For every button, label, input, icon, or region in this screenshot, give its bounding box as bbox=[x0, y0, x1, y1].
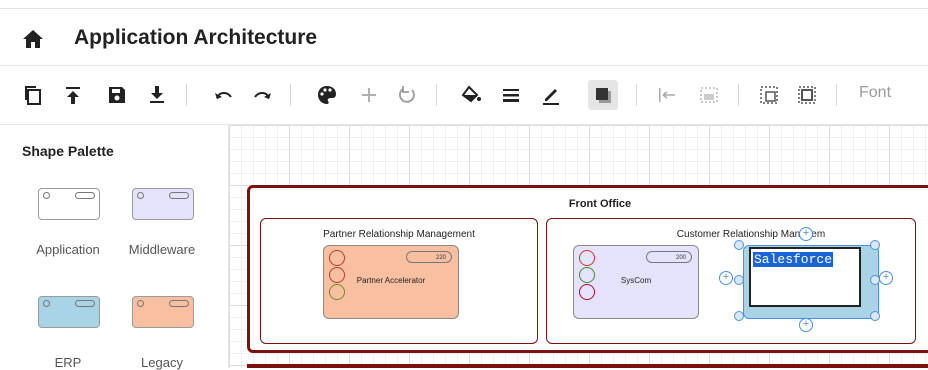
toolbar-separator bbox=[738, 84, 739, 106]
app-partner-accelerator[interactable]: 220 Partner Accelerator bbox=[323, 245, 459, 319]
top-border bbox=[0, 0, 928, 9]
pen-icon[interactable] bbox=[536, 80, 566, 110]
shape-palette: Shape Palette Application Middleware ERP… bbox=[0, 125, 229, 370]
process-icon bbox=[329, 250, 345, 266]
toolbar-separator bbox=[836, 84, 837, 106]
front-office-title: Front Office bbox=[568, 198, 632, 210]
toolbar-separator bbox=[290, 84, 291, 106]
copy-icon[interactable] bbox=[18, 80, 48, 110]
palette-icon[interactable] bbox=[312, 80, 342, 110]
ungroup-icon[interactable] bbox=[792, 80, 822, 110]
app-name: Partner Accelerator bbox=[356, 276, 426, 285]
add-connector-left[interactable]: + bbox=[719, 271, 733, 285]
resize-handle[interactable] bbox=[870, 311, 880, 321]
shadow-icon[interactable] bbox=[588, 80, 618, 110]
inline-text-editor[interactable]: Salesforce bbox=[749, 247, 861, 307]
palette-shape-application[interactable] bbox=[38, 188, 100, 220]
app-id-badge: 220 bbox=[406, 251, 452, 263]
add-icon[interactable] bbox=[354, 80, 384, 110]
editor-selected-text: Salesforce bbox=[753, 252, 834, 267]
toolbar: Font bbox=[0, 66, 928, 125]
line-style-icon[interactable] bbox=[496, 80, 526, 110]
resize-handle[interactable] bbox=[734, 240, 744, 250]
prm-title: Partner Relationship Management bbox=[323, 229, 475, 240]
palette-shape-erp[interactable] bbox=[38, 296, 100, 328]
distribute-icon[interactable] bbox=[694, 80, 724, 110]
app-name: SysCom bbox=[620, 276, 652, 285]
add-connector-right[interactable]: + bbox=[879, 271, 893, 285]
align-left-icon[interactable] bbox=[652, 80, 682, 110]
reset-icon[interactable] bbox=[392, 80, 422, 110]
palette-label-application: Application bbox=[36, 242, 100, 257]
toolbar-separator bbox=[636, 84, 637, 106]
app-id-badge: 200 bbox=[646, 251, 692, 263]
check-icon bbox=[579, 284, 595, 300]
page-title: Application Architecture bbox=[74, 26, 318, 49]
toolbar-separator bbox=[436, 84, 437, 106]
toolbar-separator bbox=[186, 84, 187, 106]
next-group-border bbox=[247, 364, 928, 368]
palette-shape-middleware[interactable] bbox=[132, 188, 194, 220]
palette-label-middleware: Middleware bbox=[128, 242, 196, 257]
redo-icon[interactable] bbox=[248, 80, 278, 110]
diagram-canvas[interactable]: Front Office Partner Relationship Manage… bbox=[229, 125, 928, 368]
palette-shape-legacy[interactable] bbox=[132, 296, 194, 328]
fill-icon[interactable] bbox=[456, 80, 486, 110]
font-button[interactable]: Font bbox=[859, 84, 891, 102]
resize-handle[interactable] bbox=[734, 311, 744, 321]
crm-title: Customer Relationship Managem bbox=[676, 229, 826, 240]
save-icon[interactable] bbox=[102, 80, 132, 110]
add-connector-bottom[interactable]: + bbox=[799, 318, 813, 332]
app-syscom[interactable]: 200 SysCom bbox=[573, 245, 699, 319]
prm-group[interactable]: Partner Relationship Management 220 Part… bbox=[260, 218, 538, 344]
group-icon[interactable] bbox=[754, 80, 784, 110]
header: Application Architecture bbox=[0, 9, 928, 66]
resize-handle[interactable] bbox=[734, 275, 744, 285]
home-icon[interactable] bbox=[22, 29, 44, 49]
undo-icon[interactable] bbox=[208, 80, 238, 110]
resize-handle[interactable] bbox=[870, 240, 880, 250]
process-icon bbox=[579, 250, 595, 266]
bring-front-icon[interactable] bbox=[58, 80, 88, 110]
download-icon[interactable] bbox=[142, 80, 172, 110]
check-icon bbox=[329, 284, 345, 300]
add-connector-top[interactable]: + bbox=[799, 227, 813, 241]
palette-title: Shape Palette bbox=[22, 143, 114, 159]
